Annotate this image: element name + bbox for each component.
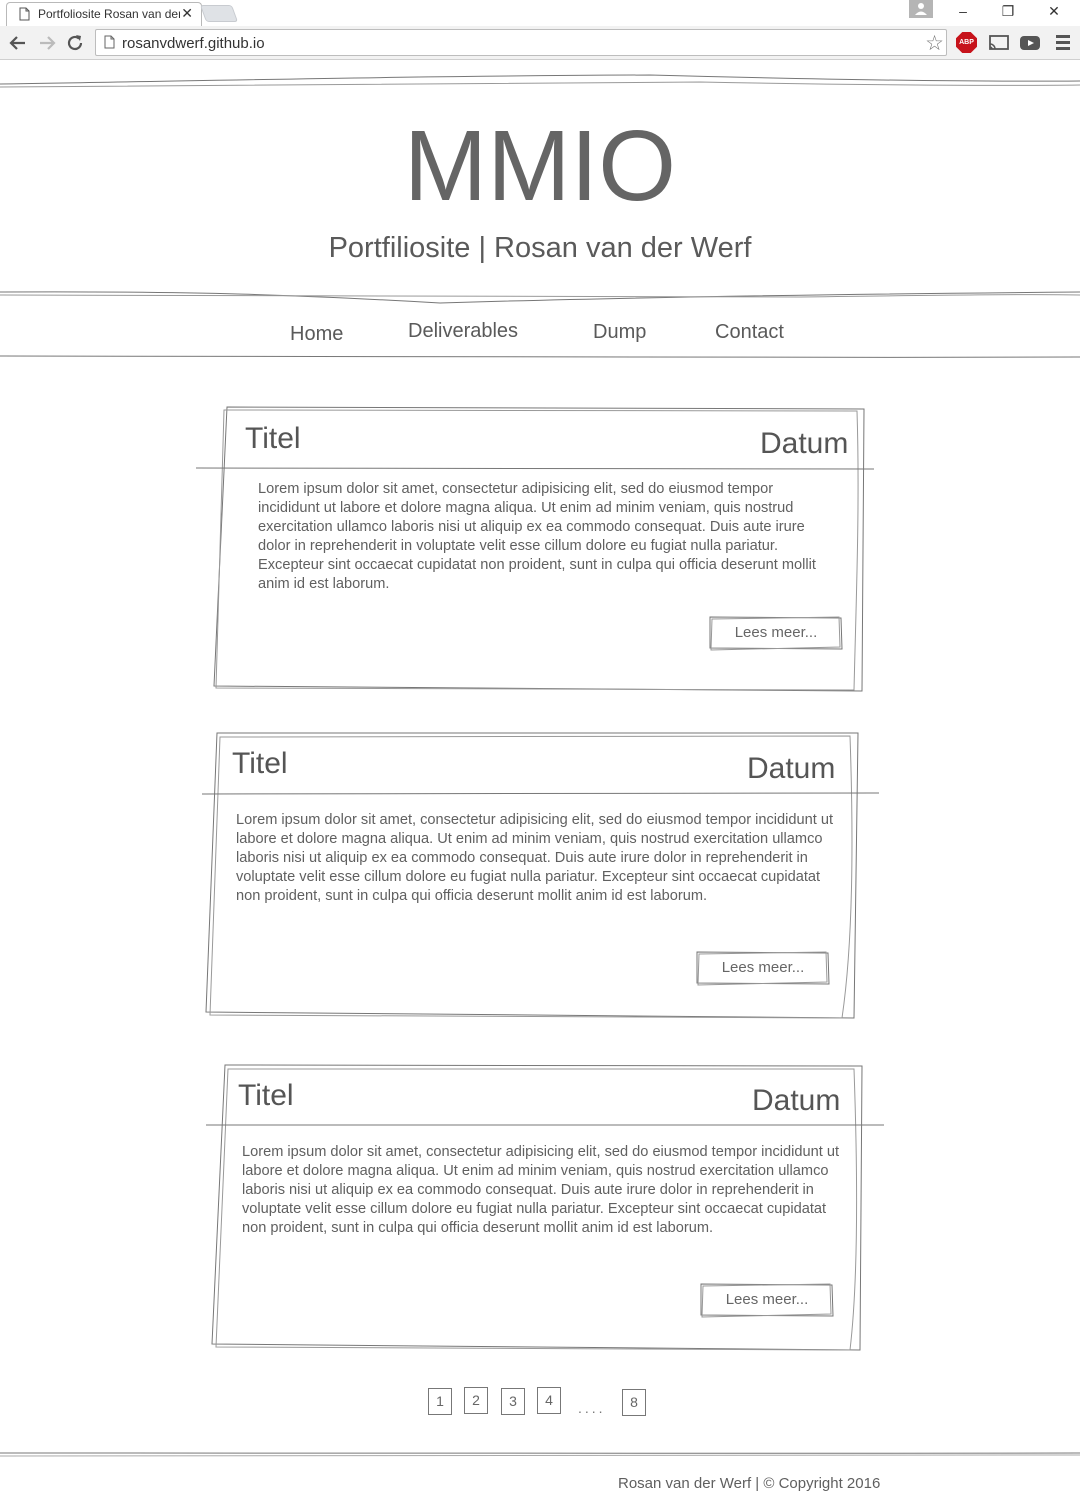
post-date: Datum bbox=[747, 752, 836, 785]
read-more-button[interactable]: Lees meer... bbox=[709, 616, 843, 651]
read-more-label: Lees meer... bbox=[734, 624, 818, 641]
pagination-ellipsis: .... bbox=[578, 1400, 606, 1416]
read-more-label: Lees meer... bbox=[725, 1291, 809, 1308]
site-header: MMIO Portfiliosite | Rosan van der Werf bbox=[0, 70, 1080, 300]
pagination: 1 2 3 4 .... 8 bbox=[0, 1387, 1080, 1418]
nav-bottom-border bbox=[0, 355, 1080, 358]
restore-button[interactable]: ❐ bbox=[993, 3, 1023, 21]
new-tab-button[interactable] bbox=[199, 5, 239, 22]
footer-top-border bbox=[0, 1452, 1080, 1457]
browser-tab-bar: Portfoliosite Rosan van der Werf ✕ – ❐ ✕ bbox=[0, 0, 1080, 26]
browser-tab[interactable]: Portfoliosite Rosan van der Werf ✕ bbox=[6, 2, 202, 26]
post-card: Titel Datum Lorem ipsum dolor sit amet, … bbox=[206, 1062, 886, 1354]
page-link-1[interactable]: 1 bbox=[428, 1388, 452, 1415]
page-link-3[interactable]: 3 bbox=[501, 1388, 525, 1415]
bookmark-star-icon[interactable]: ☆ bbox=[925, 31, 944, 56]
page-link-2[interactable]: 2 bbox=[464, 1387, 488, 1414]
youtube-icon[interactable] bbox=[1019, 32, 1041, 59]
header-bottom-border bbox=[0, 291, 1080, 304]
post-body: Lorem ipsum dolor sit amet, consectetur … bbox=[236, 812, 834, 904]
read-more-label: Lees meer... bbox=[721, 959, 805, 976]
site-subtitle: Portfiliosite | Rosan van der Werf bbox=[328, 232, 752, 264]
main-navigation: Home Deliverables Dump Contact bbox=[0, 310, 1080, 356]
post-body: Lorem ipsum dolor sit amet, consectetur … bbox=[242, 1144, 840, 1236]
post-card: Titel Datum Lorem ipsum dolor sit amet, … bbox=[195, 404, 876, 694]
close-tab-icon[interactable]: ✕ bbox=[181, 5, 193, 22]
post-date: Datum bbox=[752, 1084, 841, 1117]
page-link-last[interactable]: 8 bbox=[622, 1389, 646, 1416]
post-card: Titel Datum Lorem ipsum dolor sit amet, … bbox=[201, 730, 882, 1022]
abp-icon[interactable]: ABP bbox=[956, 32, 977, 53]
page-icon bbox=[19, 7, 30, 26]
cast-icon[interactable] bbox=[988, 32, 1010, 59]
url-text: rosanvdwerf.github.io bbox=[122, 35, 265, 52]
browser-toolbar: rosanvdwerf.github.io ☆ ABP bbox=[0, 26, 1080, 60]
page-link-4[interactable]: 4 bbox=[537, 1387, 561, 1414]
close-window-button[interactable]: ✕ bbox=[1039, 3, 1069, 21]
user-profile-icon[interactable] bbox=[909, 0, 933, 18]
nav-link-dump[interactable]: Dump bbox=[593, 321, 646, 344]
back-arrow-icon[interactable] bbox=[7, 32, 29, 54]
post-date: Datum bbox=[760, 427, 849, 460]
footer-copyright: Rosan van der Werf | © Copyright 2016 bbox=[618, 1475, 881, 1492]
tab-title: Portfoliosite Rosan van der Werf bbox=[38, 7, 180, 21]
menu-icon[interactable] bbox=[1056, 35, 1070, 53]
post-title: Titel bbox=[238, 1079, 294, 1112]
post-title: Titel bbox=[245, 422, 301, 455]
nav-link-contact[interactable]: Contact bbox=[715, 321, 784, 344]
page-icon bbox=[104, 35, 115, 54]
address-bar[interactable]: rosanvdwerf.github.io ☆ bbox=[95, 29, 947, 56]
nav-link-deliverables[interactable]: Deliverables bbox=[408, 320, 518, 343]
post-title: Titel bbox=[232, 747, 288, 780]
site-title: MMIO bbox=[403, 110, 677, 222]
forward-arrow-icon[interactable] bbox=[36, 32, 58, 54]
read-more-button[interactable]: Lees meer... bbox=[700, 1283, 834, 1318]
reload-icon[interactable] bbox=[64, 32, 86, 54]
nav-link-home[interactable]: Home bbox=[290, 323, 343, 346]
minimize-button[interactable]: – bbox=[948, 3, 978, 21]
post-body: Lorem ipsum dolor sit amet, consectetur … bbox=[258, 481, 816, 592]
read-more-button[interactable]: Lees meer... bbox=[696, 951, 830, 986]
